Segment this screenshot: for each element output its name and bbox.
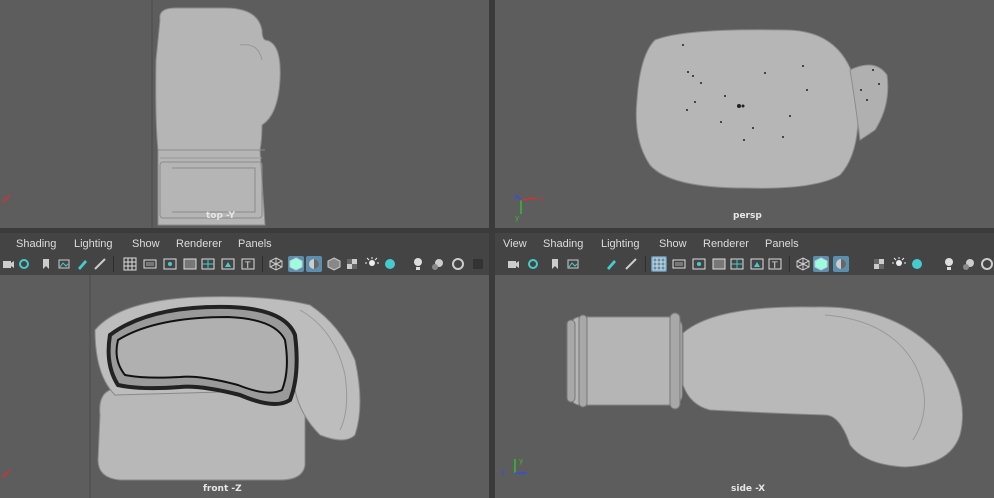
viewport-camera-label: front -Z: [203, 484, 242, 494]
image-plane-icon[interactable]: [565, 256, 581, 272]
menu-lighting[interactable]: Lighting: [601, 238, 640, 250]
2d-pan-zoom-icon[interactable]: [92, 256, 108, 272]
bookmark-icon[interactable]: [547, 256, 563, 272]
panel-splitter-horizontal[interactable]: [0, 228, 994, 233]
safe-action-icon[interactable]: [220, 256, 236, 272]
camera-select-icon[interactable]: [0, 256, 16, 272]
shadows-icon[interactable]: [909, 256, 925, 272]
toolbar-separator: [113, 256, 114, 272]
axis-y-letter: y: [519, 457, 523, 465]
xray-active-icon[interactable]: [979, 256, 994, 272]
front-view-mesh: [89, 275, 361, 498]
axis-z-letter: z: [501, 469, 505, 477]
image-plane-icon[interactable]: [56, 256, 72, 272]
side-view-mesh: [566, 306, 963, 468]
axis-indicator-top: [1, 195, 11, 203]
2d-pan-zoom-icon[interactable]: [623, 256, 639, 272]
grid-icon[interactable]: [651, 256, 667, 272]
resolution-gate-icon[interactable]: [162, 256, 178, 272]
panel-options-icon[interactable]: [470, 256, 486, 272]
axis-z-letter: z: [514, 193, 518, 201]
viewport-side[interactable]: y z side -X: [495, 275, 994, 498]
safe-action-icon[interactable]: [749, 256, 765, 272]
menu-panels[interactable]: Panels: [765, 238, 799, 250]
persp-view-mesh: [635, 29, 889, 189]
grease-pencil-icon[interactable]: [74, 256, 90, 272]
panel-toolbar-left: T: [0, 253, 489, 275]
menu-shading[interactable]: Shading: [543, 238, 583, 250]
use-all-lights-icon[interactable]: [891, 256, 907, 272]
xray-joints-icon[interactable]: [961, 256, 977, 272]
menu-renderer[interactable]: Renderer: [176, 238, 222, 250]
wireframe-icon[interactable]: [268, 256, 284, 272]
xray-joints-icon[interactable]: [430, 256, 446, 272]
resolution-gate-icon[interactable]: [691, 256, 707, 272]
isolate-select-icon[interactable]: [410, 256, 426, 272]
textured-icon[interactable]: [344, 256, 360, 272]
axis-x-letter: x: [540, 195, 544, 203]
safe-title-icon[interactable]: T: [767, 256, 783, 272]
menu-renderer[interactable]: Renderer: [703, 238, 749, 250]
field-chart-icon[interactable]: [200, 256, 216, 272]
viewport-camera-label: top -Y: [206, 211, 235, 221]
smooth-shade-icon[interactable]: [813, 256, 829, 272]
menu-lighting[interactable]: Lighting: [74, 238, 113, 250]
viewport-front[interactable]: front -Z: [0, 275, 489, 498]
toolbar-separator: [262, 256, 263, 272]
use-all-lights-icon[interactable]: [364, 256, 380, 272]
panel-toolbar-right: T: [495, 253, 994, 275]
grease-pencil-icon[interactable]: [603, 256, 619, 272]
panel-menu-bar-right: View Shading Lighting Show Renderer Pane…: [495, 235, 994, 253]
menu-panels[interactable]: Panels: [238, 238, 272, 250]
toolbar-separator: [789, 256, 790, 272]
film-gate-icon[interactable]: [142, 256, 158, 272]
xray-active-icon[interactable]: [450, 256, 466, 272]
axis-indicator-persp: z x y: [514, 193, 544, 222]
camera-attributes-icon[interactable]: [16, 256, 32, 272]
isolate-select-icon[interactable]: [941, 256, 957, 272]
textured-icon[interactable]: [871, 256, 887, 272]
menu-shading[interactable]: Shading: [16, 238, 56, 250]
menu-show[interactable]: Show: [659, 238, 687, 250]
viewport-top[interactable]: top -Y: [0, 0, 489, 228]
svg-text:T: T: [244, 261, 251, 271]
gate-mask-icon[interactable]: [711, 256, 727, 272]
xray-icon[interactable]: [306, 256, 322, 272]
bookmark-icon[interactable]: [38, 256, 54, 272]
camera-attributes-icon[interactable]: [525, 256, 541, 272]
grid-icon[interactable]: [122, 256, 138, 272]
toolbar-separator: [645, 256, 646, 272]
menu-view[interactable]: View: [503, 238, 527, 250]
use-default-material-icon[interactable]: [326, 256, 342, 272]
menu-show[interactable]: Show: [132, 238, 160, 250]
viewport-camera-label: persp: [733, 211, 762, 221]
smooth-shade-icon[interactable]: [288, 256, 304, 272]
wireframe-icon[interactable]: [795, 256, 811, 272]
axis-y-letter: y: [515, 214, 519, 222]
film-gate-icon[interactable]: [671, 256, 687, 272]
panel-menu-bar-left: Shading Lighting Show Renderer Panels: [0, 235, 489, 253]
gate-mask-icon[interactable]: [182, 256, 198, 272]
camera-select-icon[interactable]: [505, 256, 521, 272]
axis-indicator-front: [1, 470, 11, 478]
svg-text:T: T: [771, 261, 778, 271]
top-view-mesh: [151, 0, 281, 228]
viewport-camera-label: side -X: [731, 484, 766, 494]
xray-icon[interactable]: [833, 256, 849, 272]
viewport-persp[interactable]: z x y persp: [495, 0, 994, 228]
safe-title-icon[interactable]: T: [240, 256, 256, 272]
shadows-icon[interactable]: [382, 256, 398, 272]
field-chart-icon[interactable]: [729, 256, 745, 272]
axis-indicator-side: y z: [501, 457, 527, 477]
